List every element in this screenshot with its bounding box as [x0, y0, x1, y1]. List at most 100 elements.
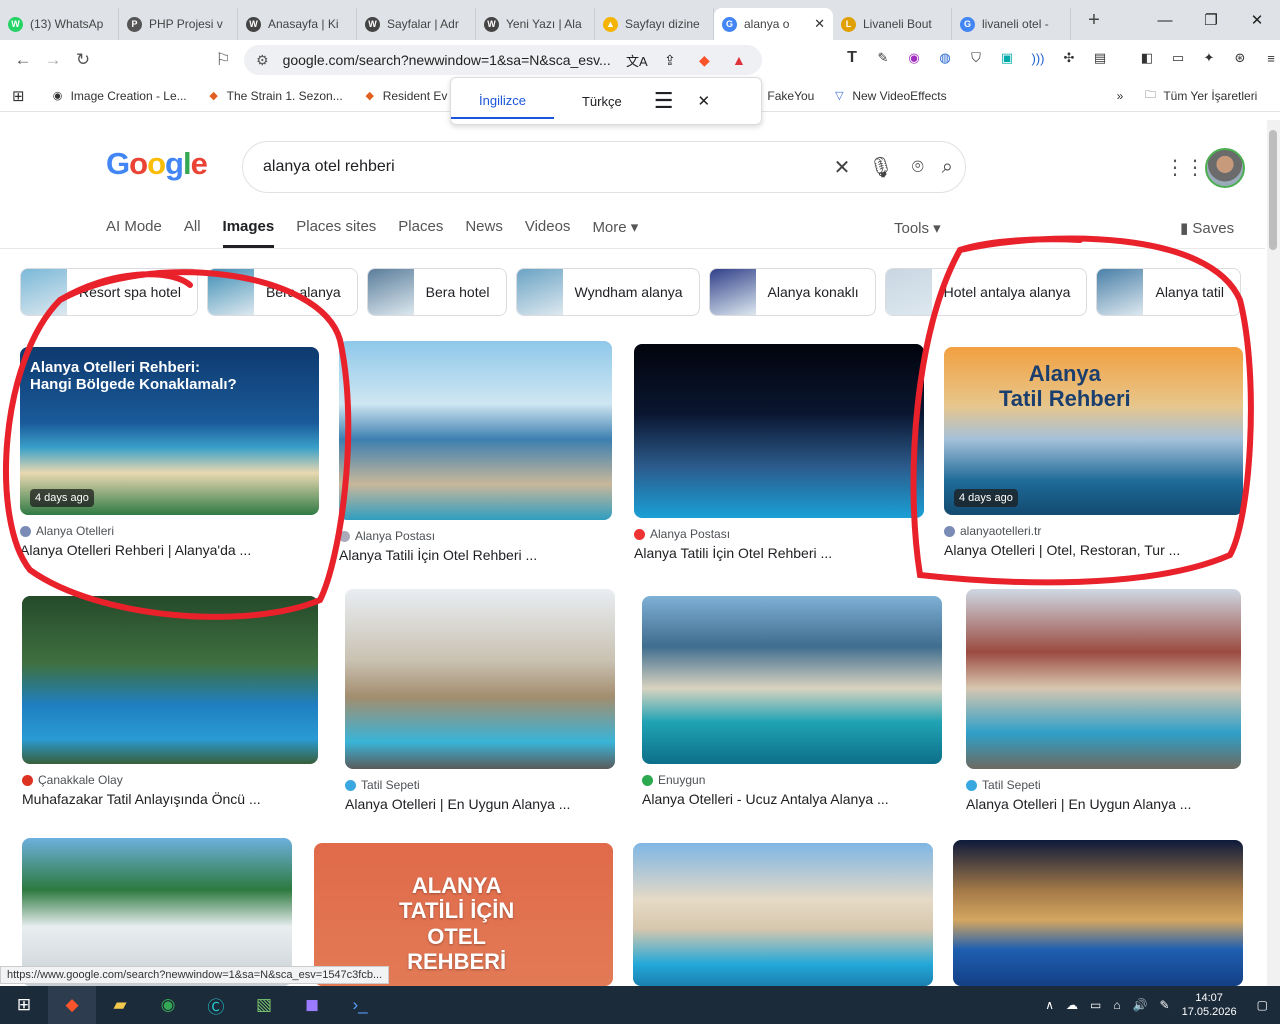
tab-places[interactable]: Places: [398, 218, 443, 248]
close-tab-icon[interactable]: ✕: [814, 16, 825, 32]
related-chip[interactable]: Resort spa hotel: [20, 268, 198, 316]
browser-tab[interactable]: W Anasayfa | Ki: [238, 8, 357, 40]
image-result[interactable]: ALANYA TATİLİ İÇİN OTEL REHBERİ: [314, 843, 613, 986]
translate-source-lang[interactable]: İngilizce: [451, 83, 554, 119]
restore-icon[interactable]: ❐: [1188, 0, 1234, 40]
bookmark-item[interactable]: ◉ Image Creation - Le...: [51, 89, 187, 103]
browser-tab[interactable]: P PHP Projesi v: [119, 8, 238, 40]
translate-menu-icon[interactable]: ☰: [654, 88, 674, 114]
tray-chevron-icon[interactable]: ∧: [1045, 998, 1054, 1012]
browser-tab[interactable]: W Sayfalar | Adr: [357, 8, 476, 40]
j-extension-icon[interactable]: ▣: [995, 46, 1019, 70]
search-input[interactable]: alanya otel rehberi ✕ 🎙 ⌾ ⌕: [242, 141, 966, 193]
image-result[interactable]: Enuygun Alanya Otelleri - Ucuz Antalya Al…: [642, 596, 942, 807]
image-result[interactable]: [633, 843, 933, 986]
lens-icon[interactable]: ⌾: [912, 156, 924, 179]
browser-tab[interactable]: Glivaneli otel -: [952, 8, 1071, 40]
image-result[interactable]: Tatil Sepeti Alanya Otelleri | En Uygun A…: [966, 589, 1241, 812]
result-source[interactable]: alanyaotelleri.tr: [944, 524, 1243, 538]
text-extension-icon[interactable]: T: [840, 46, 864, 70]
result-title[interactable]: Alanya Otelleri | En Uygun Alanya ...: [345, 796, 615, 812]
forward-icon[interactable]: →: [38, 45, 68, 75]
sidebar-icon[interactable]: ◧: [1135, 46, 1159, 70]
result-source[interactable]: Alanya Otelleri: [20, 524, 319, 538]
explorer-taskbar-icon[interactable]: ▰: [96, 986, 144, 1024]
tab-more-[interactable]: More ▾: [592, 218, 638, 248]
result-title[interactable]: Muhafazakar Tatil Anlayışında Öncü ...: [22, 791, 318, 807]
bookmark-item[interactable]: ◆ The Strain 1. Sezon...: [207, 89, 342, 103]
address-bar[interactable]: ⚙ google.com/search?newwindow=1&sa=N&sca…: [244, 45, 762, 75]
network-icon[interactable]: ⌂: [1113, 998, 1120, 1012]
result-thumbnail[interactable]: [345, 589, 615, 769]
tray-cloud-icon[interactable]: ☁: [1066, 998, 1078, 1012]
chrome-taskbar-icon[interactable]: ◉: [144, 986, 192, 1024]
voice-extension-icon[interactable]: ))): [1026, 46, 1050, 70]
related-chip[interactable]: Hotel antalya alanya: [884, 268, 1088, 316]
result-source[interactable]: Alanya Postası: [634, 527, 924, 541]
tools-button[interactable]: Tools ▾: [894, 219, 941, 237]
avatar[interactable]: [1205, 148, 1245, 188]
result-source[interactable]: Alanya Postası: [339, 529, 612, 543]
image-result[interactable]: [953, 840, 1243, 986]
scrollbar-thumb[interactable]: [1269, 130, 1277, 250]
result-source[interactable]: Enuygun: [642, 773, 942, 787]
start-icon[interactable]: ⊞: [0, 986, 48, 1024]
wallet-icon[interactable]: ▭: [1166, 46, 1190, 70]
browser-tab[interactable]: Galanya o ✕: [714, 8, 833, 40]
back-icon[interactable]: ←: [8, 45, 38, 75]
image-result[interactable]: Çanakkale Olay Muhafazakar Tatil Anlayışı…: [22, 596, 318, 807]
brave-taskbar-icon[interactable]: ◆: [48, 986, 96, 1024]
result-thumbnail[interactable]: [966, 589, 1241, 769]
result-thumbnail[interactable]: [953, 840, 1243, 986]
minimize-icon[interactable]: —: [1142, 0, 1188, 40]
search-icon[interactable]: ⌕: [942, 156, 953, 179]
brave-shield-icon[interactable]: ◆: [699, 52, 710, 69]
result-thumbnail[interactable]: [642, 596, 942, 764]
obs-taskbar-icon[interactable]: ◼: [288, 986, 336, 1024]
browser-tab[interactable]: W Yeni Yazı | Ala: [476, 8, 595, 40]
related-chip[interactable]: Alanya tatil: [1096, 268, 1241, 316]
tray-device-icon[interactable]: ▭: [1090, 998, 1101, 1012]
bookmark-page-icon[interactable]: ⚐: [208, 45, 238, 75]
canva-taskbar-icon[interactable]: Ⓒ: [192, 986, 240, 1024]
leo-ai-icon[interactable]: ✦: [1197, 46, 1221, 70]
tab-places-sites[interactable]: Places sites: [296, 218, 376, 248]
result-title[interactable]: Alanya Otelleri | En Uygun Alanya ...: [966, 796, 1241, 812]
tab-images[interactable]: Images: [222, 218, 275, 248]
result-title[interactable]: Alanya Otelleri | Otel, Restoran, Tur ..…: [944, 542, 1243, 558]
share-icon[interactable]: ⇪: [664, 52, 676, 69]
camera-extension-icon[interactable]: ◉: [902, 46, 926, 70]
image-result[interactable]: Alanya Otelleri Rehberi: Hangi Bölgede K…: [20, 347, 319, 558]
browser-tab[interactable]: ▲ Sayfayı dizine: [595, 8, 714, 40]
tab-all[interactable]: All: [184, 218, 201, 248]
all-bookmarks[interactable]: 🗀 Tüm Yer İşaretleri: [1143, 89, 1258, 103]
tab-ai-mode[interactable]: AI Mode: [106, 218, 162, 248]
vpn-icon[interactable]: ⊛: [1228, 46, 1252, 70]
app-taskbar-icon[interactable]: ▧: [240, 986, 288, 1024]
related-chip[interactable]: Wyndham alanya: [515, 268, 700, 316]
result-title[interactable]: Alanya Otelleri Rehberi | Alanya'da ...: [20, 542, 319, 558]
result-thumbnail[interactable]: [339, 341, 612, 520]
clear-icon[interactable]: ✕: [834, 155, 851, 180]
apps-grid-icon[interactable]: ⊞: [12, 87, 25, 105]
bookmark-item[interactable]: ◆ Resident Ev: [363, 89, 447, 103]
related-chip[interactable]: Bera hotel: [366, 268, 507, 316]
translate-icon[interactable]: 文A: [626, 51, 648, 70]
brave-rewards-icon[interactable]: ▲: [732, 52, 746, 68]
result-thumbnail[interactable]: [634, 344, 924, 518]
result-title[interactable]: Alanya Tatili İçin Otel Rehberi ...: [634, 545, 924, 561]
new-tab-icon[interactable]: +: [1079, 9, 1109, 32]
puzzle-extensions-icon[interactable]: ✣: [1057, 46, 1081, 70]
scrollbar[interactable]: [1267, 120, 1280, 986]
shield-extension-icon[interactable]: ⛉: [964, 46, 988, 70]
image-result[interactable]: Tatil Sepeti Alanya Otelleri | En Uygun A…: [345, 589, 615, 812]
related-chip[interactable]: Bera alanya: [206, 268, 358, 316]
result-thumbnail[interactable]: Alanya Tatil Rehberi 4 days ago: [944, 347, 1243, 515]
bookmark-item[interactable]: FakeYou: [767, 89, 814, 103]
result-source[interactable]: Tatil Sepeti: [345, 778, 615, 792]
result-source[interactable]: Tatil Sepeti: [966, 778, 1241, 792]
reload-icon[interactable]: ↻: [68, 45, 98, 75]
result-title[interactable]: Alanya Tatili İçin Otel Rehberi ...: [339, 547, 612, 563]
tab-news[interactable]: News: [465, 218, 503, 248]
image-result[interactable]: Alanya Tatil Rehberi 4 days ago alanyaotel…: [944, 347, 1243, 558]
